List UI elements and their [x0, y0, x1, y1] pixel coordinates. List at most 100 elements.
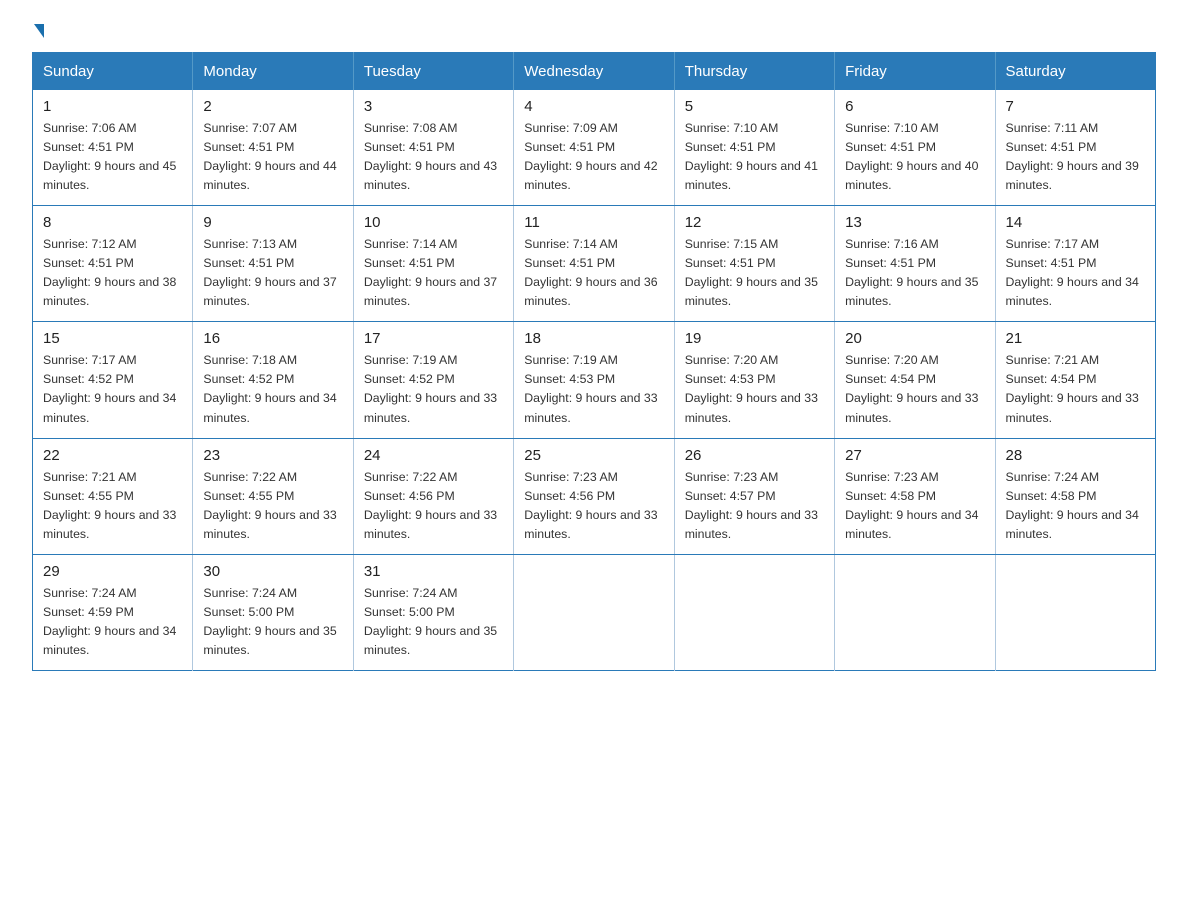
calendar-week-row: 15 Sunrise: 7:17 AMSunset: 4:52 PMDaylig…: [33, 322, 1156, 438]
day-number: 26: [685, 447, 824, 464]
calendar-cell: 18 Sunrise: 7:19 AMSunset: 4:53 PMDaylig…: [514, 322, 674, 438]
calendar-cell: 19 Sunrise: 7:20 AMSunset: 4:53 PMDaylig…: [674, 322, 834, 438]
day-of-week-header: Friday: [835, 53, 995, 91]
calendar-cell: 1 Sunrise: 7:06 AMSunset: 4:51 PMDayligh…: [33, 90, 193, 206]
day-of-week-header: Wednesday: [514, 53, 674, 91]
day-info: Sunrise: 7:10 AMSunset: 4:51 PMDaylight:…: [845, 121, 978, 192]
day-number: 6: [845, 98, 984, 115]
day-number: 29: [43, 563, 182, 580]
day-number: 30: [203, 563, 342, 580]
day-number: 10: [364, 214, 503, 231]
calendar-week-row: 8 Sunrise: 7:12 AMSunset: 4:51 PMDayligh…: [33, 206, 1156, 322]
day-number: 23: [203, 447, 342, 464]
day-number: 3: [364, 98, 503, 115]
day-number: 22: [43, 447, 182, 464]
calendar-cell: 23 Sunrise: 7:22 AMSunset: 4:55 PMDaylig…: [193, 438, 353, 554]
day-of-week-header: Tuesday: [353, 53, 513, 91]
day-number: 11: [524, 214, 663, 231]
calendar-cell: 26 Sunrise: 7:23 AMSunset: 4:57 PMDaylig…: [674, 438, 834, 554]
day-info: Sunrise: 7:11 AMSunset: 4:51 PMDaylight:…: [1006, 121, 1139, 192]
day-number: 5: [685, 98, 824, 115]
day-number: 27: [845, 447, 984, 464]
day-of-week-header: Thursday: [674, 53, 834, 91]
day-number: 9: [203, 214, 342, 231]
calendar-cell: 20 Sunrise: 7:20 AMSunset: 4:54 PMDaylig…: [835, 322, 995, 438]
day-info: Sunrise: 7:14 AMSunset: 4:51 PMDaylight:…: [524, 237, 657, 308]
calendar-cell: 27 Sunrise: 7:23 AMSunset: 4:58 PMDaylig…: [835, 438, 995, 554]
day-number: 1: [43, 98, 182, 115]
calendar-week-row: 22 Sunrise: 7:21 AMSunset: 4:55 PMDaylig…: [33, 438, 1156, 554]
day-info: Sunrise: 7:24 AMSunset: 5:00 PMDaylight:…: [364, 586, 497, 657]
day-number: 14: [1006, 214, 1145, 231]
day-info: Sunrise: 7:24 AMSunset: 5:00 PMDaylight:…: [203, 586, 336, 657]
day-info: Sunrise: 7:09 AMSunset: 4:51 PMDaylight:…: [524, 121, 657, 192]
day-number: 19: [685, 330, 824, 347]
day-info: Sunrise: 7:23 AMSunset: 4:57 PMDaylight:…: [685, 470, 818, 541]
day-number: 25: [524, 447, 663, 464]
day-number: 8: [43, 214, 182, 231]
day-info: Sunrise: 7:16 AMSunset: 4:51 PMDaylight:…: [845, 237, 978, 308]
day-number: 13: [845, 214, 984, 231]
calendar-cell: 22 Sunrise: 7:21 AMSunset: 4:55 PMDaylig…: [33, 438, 193, 554]
calendar-cell: 3 Sunrise: 7:08 AMSunset: 4:51 PMDayligh…: [353, 90, 513, 206]
day-info: Sunrise: 7:22 AMSunset: 4:56 PMDaylight:…: [364, 470, 497, 541]
day-number: 20: [845, 330, 984, 347]
day-info: Sunrise: 7:21 AMSunset: 4:55 PMDaylight:…: [43, 470, 176, 541]
calendar-cell: 31 Sunrise: 7:24 AMSunset: 5:00 PMDaylig…: [353, 554, 513, 670]
day-number: 28: [1006, 447, 1145, 464]
logo: [32, 24, 44, 34]
calendar-cell: 14 Sunrise: 7:17 AMSunset: 4:51 PMDaylig…: [995, 206, 1155, 322]
day-info: Sunrise: 7:06 AMSunset: 4:51 PMDaylight:…: [43, 121, 176, 192]
calendar-cell: 11 Sunrise: 7:14 AMSunset: 4:51 PMDaylig…: [514, 206, 674, 322]
day-info: Sunrise: 7:24 AMSunset: 4:58 PMDaylight:…: [1006, 470, 1139, 541]
calendar-cell: 17 Sunrise: 7:19 AMSunset: 4:52 PMDaylig…: [353, 322, 513, 438]
day-info: Sunrise: 7:22 AMSunset: 4:55 PMDaylight:…: [203, 470, 336, 541]
calendar-table: SundayMondayTuesdayWednesdayThursdayFrid…: [32, 52, 1156, 671]
day-number: 21: [1006, 330, 1145, 347]
calendar-cell: [835, 554, 995, 670]
day-info: Sunrise: 7:17 AMSunset: 4:51 PMDaylight:…: [1006, 237, 1139, 308]
day-info: Sunrise: 7:14 AMSunset: 4:51 PMDaylight:…: [364, 237, 497, 308]
calendar-cell: 13 Sunrise: 7:16 AMSunset: 4:51 PMDaylig…: [835, 206, 995, 322]
calendar-cell: 7 Sunrise: 7:11 AMSunset: 4:51 PMDayligh…: [995, 90, 1155, 206]
day-info: Sunrise: 7:13 AMSunset: 4:51 PMDaylight:…: [203, 237, 336, 308]
day-info: Sunrise: 7:15 AMSunset: 4:51 PMDaylight:…: [685, 237, 818, 308]
day-of-week-header: Sunday: [33, 53, 193, 91]
calendar-cell: 16 Sunrise: 7:18 AMSunset: 4:52 PMDaylig…: [193, 322, 353, 438]
calendar-cell: 12 Sunrise: 7:15 AMSunset: 4:51 PMDaylig…: [674, 206, 834, 322]
day-info: Sunrise: 7:19 AMSunset: 4:53 PMDaylight:…: [524, 353, 657, 424]
calendar-cell: 15 Sunrise: 7:17 AMSunset: 4:52 PMDaylig…: [33, 322, 193, 438]
day-info: Sunrise: 7:18 AMSunset: 4:52 PMDaylight:…: [203, 353, 336, 424]
day-info: Sunrise: 7:07 AMSunset: 4:51 PMDaylight:…: [203, 121, 336, 192]
day-number: 2: [203, 98, 342, 115]
day-info: Sunrise: 7:19 AMSunset: 4:52 PMDaylight:…: [364, 353, 497, 424]
day-info: Sunrise: 7:10 AMSunset: 4:51 PMDaylight:…: [685, 121, 818, 192]
calendar-cell: [995, 554, 1155, 670]
page-header: [32, 24, 1156, 34]
calendar-cell: 6 Sunrise: 7:10 AMSunset: 4:51 PMDayligh…: [835, 90, 995, 206]
calendar-cell: 30 Sunrise: 7:24 AMSunset: 5:00 PMDaylig…: [193, 554, 353, 670]
day-number: 15: [43, 330, 182, 347]
day-info: Sunrise: 7:23 AMSunset: 4:56 PMDaylight:…: [524, 470, 657, 541]
day-info: Sunrise: 7:20 AMSunset: 4:54 PMDaylight:…: [845, 353, 978, 424]
day-info: Sunrise: 7:20 AMSunset: 4:53 PMDaylight:…: [685, 353, 818, 424]
day-of-week-header: Saturday: [995, 53, 1155, 91]
day-number: 18: [524, 330, 663, 347]
calendar-cell: 21 Sunrise: 7:21 AMSunset: 4:54 PMDaylig…: [995, 322, 1155, 438]
calendar-cell: [674, 554, 834, 670]
day-info: Sunrise: 7:08 AMSunset: 4:51 PMDaylight:…: [364, 121, 497, 192]
day-number: 4: [524, 98, 663, 115]
calendar-cell: 8 Sunrise: 7:12 AMSunset: 4:51 PMDayligh…: [33, 206, 193, 322]
calendar-header-row: SundayMondayTuesdayWednesdayThursdayFrid…: [33, 53, 1156, 91]
day-info: Sunrise: 7:12 AMSunset: 4:51 PMDaylight:…: [43, 237, 176, 308]
calendar-week-row: 29 Sunrise: 7:24 AMSunset: 4:59 PMDaylig…: [33, 554, 1156, 670]
calendar-cell: 29 Sunrise: 7:24 AMSunset: 4:59 PMDaylig…: [33, 554, 193, 670]
day-info: Sunrise: 7:17 AMSunset: 4:52 PMDaylight:…: [43, 353, 176, 424]
day-of-week-header: Monday: [193, 53, 353, 91]
calendar-cell: 4 Sunrise: 7:09 AMSunset: 4:51 PMDayligh…: [514, 90, 674, 206]
calendar-cell: 25 Sunrise: 7:23 AMSunset: 4:56 PMDaylig…: [514, 438, 674, 554]
calendar-cell: 28 Sunrise: 7:24 AMSunset: 4:58 PMDaylig…: [995, 438, 1155, 554]
day-number: 12: [685, 214, 824, 231]
day-number: 17: [364, 330, 503, 347]
day-number: 31: [364, 563, 503, 580]
